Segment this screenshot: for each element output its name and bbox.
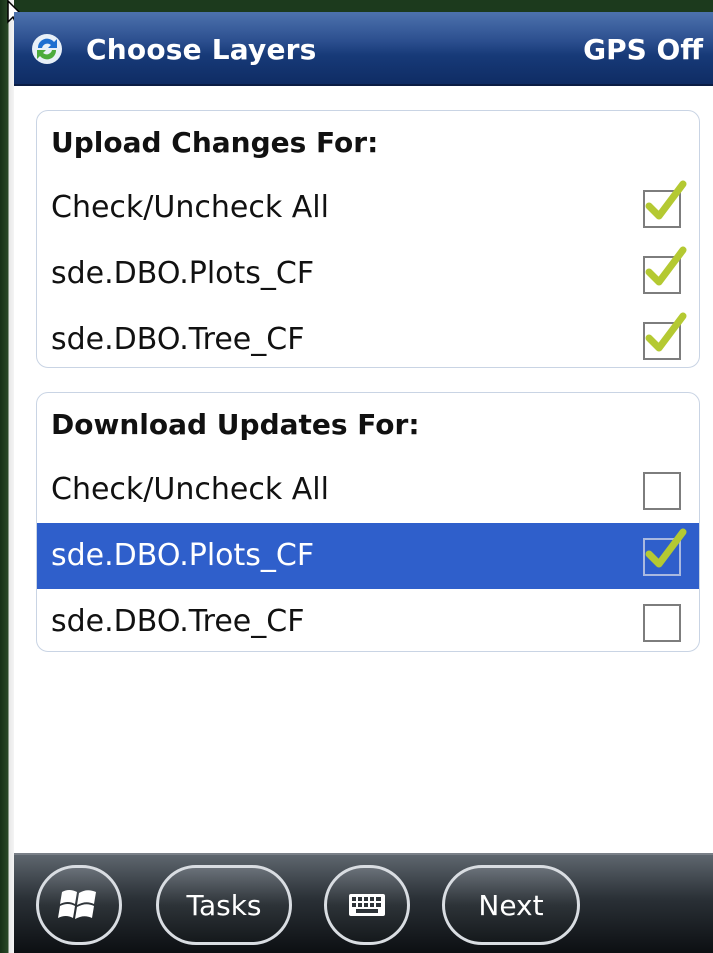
taskbar: Tasks Next xyxy=(14,853,713,953)
upload-row-plots[interactable]: sde.DBO.Plots_CF xyxy=(37,241,699,307)
layers-panel: Upload Changes For: Check/Uncheck All sd… xyxy=(14,86,713,853)
windows-logo-icon xyxy=(58,890,96,919)
download-check-all-checkbox[interactable] xyxy=(643,472,681,510)
row-label: sde.DBO.Plots_CF xyxy=(51,538,315,573)
upload-group-header: Upload Changes For: xyxy=(51,126,379,159)
gps-status[interactable]: GPS Off xyxy=(583,32,703,68)
upload-check-all-checkbox[interactable] xyxy=(643,180,687,228)
download-group-header: Download Updates For: xyxy=(51,408,420,441)
sync-icon xyxy=(32,34,62,64)
tasks-button[interactable]: Tasks xyxy=(156,865,292,945)
upload-changes-group: Upload Changes For: Check/Uncheck All sd… xyxy=(36,110,700,368)
row-label: sde.DBO.Plots_CF xyxy=(51,256,315,291)
download-row-check-all[interactable]: Check/Uncheck All xyxy=(37,457,699,523)
page-title: Choose Layers xyxy=(86,33,317,66)
download-plots-checkbox[interactable] xyxy=(643,528,687,576)
row-label: Check/Uncheck All xyxy=(51,190,329,225)
upload-row-check-all[interactable]: Check/Uncheck All xyxy=(37,175,699,241)
row-label: Check/Uncheck All xyxy=(51,472,329,507)
upload-tree-checkbox[interactable] xyxy=(643,312,687,360)
window-frame-left xyxy=(0,0,14,953)
check-mark-icon xyxy=(645,312,687,352)
title-bar: Choose Layers GPS Off xyxy=(14,12,713,86)
row-label: sde.DBO.Tree_CF xyxy=(51,322,305,357)
upload-row-tree[interactable]: sde.DBO.Tree_CF xyxy=(37,307,699,367)
check-mark-icon xyxy=(645,180,687,220)
download-row-plots[interactable]: sde.DBO.Plots_CF xyxy=(37,523,699,589)
download-row-tree[interactable]: sde.DBO.Tree_CF xyxy=(37,589,699,651)
start-button[interactable] xyxy=(36,865,122,945)
check-mark-icon xyxy=(645,246,687,286)
next-button[interactable]: Next xyxy=(442,865,580,945)
keyboard-button[interactable] xyxy=(324,865,410,945)
download-updates-group: Download Updates For: Check/Uncheck All … xyxy=(36,392,700,652)
window-frame-top xyxy=(0,0,713,12)
row-label: sde.DBO.Tree_CF xyxy=(51,604,305,639)
upload-plots-checkbox[interactable] xyxy=(643,246,687,294)
check-mark-icon xyxy=(645,528,687,568)
download-tree-checkbox[interactable] xyxy=(643,604,681,642)
keyboard-icon xyxy=(349,894,385,916)
